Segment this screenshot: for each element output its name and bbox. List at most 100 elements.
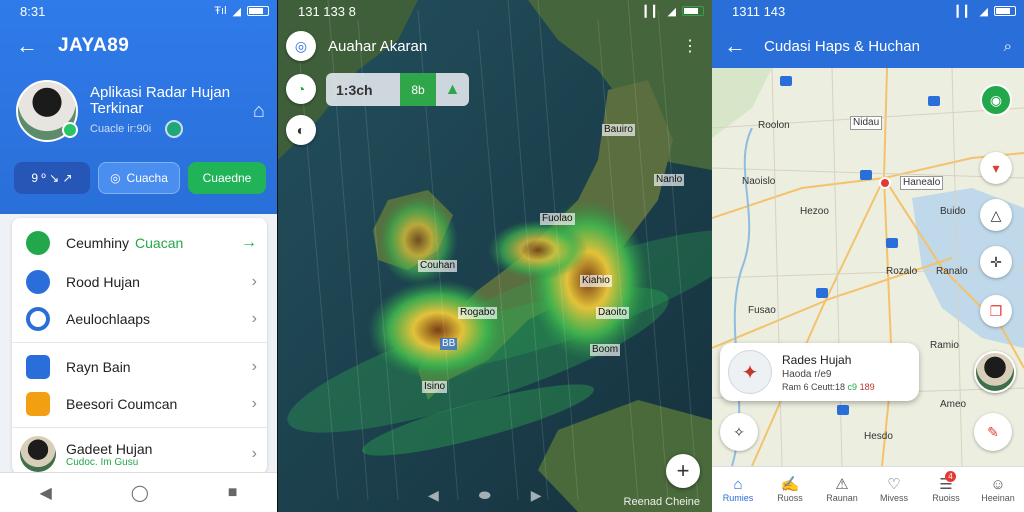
menu-item-accent: Cuacan <box>135 235 184 251</box>
person-icon: ☺ <box>990 476 1006 493</box>
screens: 8:31 Ŧıl ◢ ← JAYA89 Aplikasi Radar Hujan… <box>0 0 1024 512</box>
nav-item-home[interactable]: ⌂ Rumies <box>712 467 764 512</box>
menu-item-label: Aeulochlaaps <box>66 311 151 327</box>
nav-item-warning[interactable]: ⚠ Raunan <box>816 467 868 512</box>
status-time: 131 133 8 <box>298 3 356 19</box>
map-label: Buido <box>940 206 966 217</box>
map-label: Roolon <box>758 120 790 131</box>
notification-badge: 4 <box>945 471 956 482</box>
nav-home-icon[interactable]: ⬬ <box>479 487 491 504</box>
back-arrow-icon[interactable]: ← <box>16 33 42 59</box>
nav-item-list[interactable]: ☰ 4 Ruoiss <box>920 467 972 512</box>
card-detail-b: c9 <box>847 381 858 392</box>
nav-item-profile[interactable]: ☺ Heeinan <box>972 467 1024 512</box>
app-bar: ← Cudasi Haps & Huchan ⌕ <box>724 30 1012 62</box>
add-button[interactable]: + <box>666 454 700 488</box>
time-label: 1:3ch <box>336 81 373 98</box>
locate-me-icon[interactable]: ◉ <box>980 84 1012 116</box>
profile-name: Aplikasi Radar Hujan Terkinar <box>90 83 231 117</box>
avatar[interactable] <box>16 80 78 142</box>
menu-item-label: Gadeet Hujan <box>66 440 153 457</box>
verified-badge-icon <box>62 122 78 138</box>
menu-item-3[interactable]: Rayn Bain › <box>12 348 267 386</box>
calendar-icon <box>26 355 50 379</box>
status-time: 1311 143 <box>732 3 786 19</box>
menu-item-2[interactable]: Aeulochlaaps › <box>12 300 267 338</box>
chip-row: 9 º ↘ ↗ ◎ Cuacha Cuaedne <box>14 162 267 194</box>
nav-label: Raunan <box>826 493 858 503</box>
location-pin-icon[interactable]: ◎ <box>286 31 316 61</box>
map-label: Naoislo <box>742 176 776 187</box>
menu-item-0[interactable]: Ceumhiny Cuacan → <box>12 224 267 262</box>
move-icon[interactable]: ✛ <box>980 246 1012 278</box>
status-icons: ▎▎ ◢ <box>645 5 704 18</box>
nav-label: Rumies <box>722 493 754 503</box>
menu-item-4[interactable]: Beesori Coumcan › <box>12 385 267 423</box>
chevron-right-icon: › <box>251 395 257 412</box>
battery-icon <box>247 6 269 16</box>
menu-item-label: Rood Hujan <box>66 274 140 290</box>
road-sign-icon <box>886 238 898 248</box>
radar-icon <box>26 270 50 294</box>
divider <box>12 342 267 343</box>
search-icon[interactable]: ⌕ <box>1004 38 1012 55</box>
menu-item-label: Ceumhiny <box>66 235 130 251</box>
weather-icon: ◎ <box>110 171 121 185</box>
more-menu-icon[interactable]: ⋮ <box>682 36 698 56</box>
nav-item-favorites[interactable]: ♡ Mivess <box>868 467 920 512</box>
time-slider[interactable]: 1:3ch 8b ▲ <box>326 73 469 106</box>
bookmark-icon[interactable]: ❐ <box>980 295 1012 327</box>
layers-icon[interactable]: ◔ <box>286 74 316 104</box>
status-bar: 1311 143 ▎▎ ◢ <box>712 0 1024 22</box>
wifi-icon: ◢ <box>232 5 241 18</box>
home-icon[interactable]: ⌂ <box>253 100 265 123</box>
station-info-card[interactable]: ✦ Rades Hujah Haoda r/e9 Ram 6 Ceutt:18 … <box>720 343 919 401</box>
road-sign-icon <box>837 405 849 415</box>
edit-icon[interactable]: ✎ <box>974 413 1012 451</box>
wifi-icon: ◢ <box>667 5 676 18</box>
card-title: Rades Hujah <box>782 352 852 367</box>
card-detail-a: Ram 6 Ceutt:18 <box>782 381 846 392</box>
card-subtitle: Haoda r/e9 <box>782 368 832 380</box>
nav-back-icon[interactable]: ◀ <box>40 483 52 503</box>
play-icon[interactable]: ▲ <box>436 81 469 99</box>
menu-item-5[interactable]: Gadeet Hujan Cudoc. Im Gusu › <box>12 433 267 475</box>
chip-stats[interactable]: 9 º ↘ ↗ <box>14 162 90 194</box>
avatar[interactable] <box>974 351 1016 393</box>
nav-forward-icon[interactable]: ▶ <box>531 487 542 504</box>
arrow-right-icon: → <box>241 234 257 251</box>
chip-forecast[interactable]: Cuaedne <box>188 162 266 194</box>
map-label: Nidau <box>850 116 883 130</box>
time-badge: 8b <box>400 73 436 106</box>
system-nav-bar: ◀ ⬬ ▶ <box>428 487 542 504</box>
menu-item-1[interactable]: Rood Hujan › <box>12 263 267 301</box>
signal-icon: Ŧıl <box>214 5 227 17</box>
chevron-right-icon: › <box>251 358 257 375</box>
map-label: Hesdo <box>864 431 893 442</box>
status-time: 8:31 <box>20 3 46 19</box>
nav-back-icon[interactable]: ◀ <box>428 487 439 504</box>
profile-subtitle: Cuacle ir:90i <box>90 122 152 135</box>
signal-icon: ▎▎ <box>956 5 974 18</box>
road-sign-icon <box>928 96 940 106</box>
nav-recents-icon[interactable]: ■ <box>228 484 238 502</box>
battery-icon <box>994 6 1016 16</box>
nav-label: Heeinan <box>981 493 1015 503</box>
layers-toggle-icon[interactable]: ✧ <box>720 413 758 451</box>
signal-icon: ▎▎ <box>644 5 662 18</box>
bottom-nav: ⌂ Rumies ✍ Ruoss ⚠ Raunan ♡ Mivess ☰ 4 R… <box>712 466 1024 512</box>
pin-icon[interactable]: ▾ <box>980 152 1012 184</box>
navigate-icon[interactable]: △ <box>980 199 1012 231</box>
map-label: Hezoo <box>800 206 829 217</box>
nav-item-edit[interactable]: ✍ Ruoss <box>764 467 816 512</box>
home-icon: ⌂ <box>733 476 743 493</box>
heart-icon: ♡ <box>887 476 901 493</box>
nav-home-icon[interactable]: ◯ <box>131 483 149 503</box>
city-label: Fuolao <box>540 213 575 225</box>
city-label: Bauiro <box>602 124 635 136</box>
back-arrow-icon[interactable]: ← <box>724 33 750 59</box>
map-label: Ranalo <box>936 266 968 277</box>
chip-weather[interactable]: ◎ Cuacha <box>98 162 180 194</box>
map-label: Rozalo <box>886 266 918 277</box>
shield-icon[interactable]: ◐ <box>286 115 316 145</box>
